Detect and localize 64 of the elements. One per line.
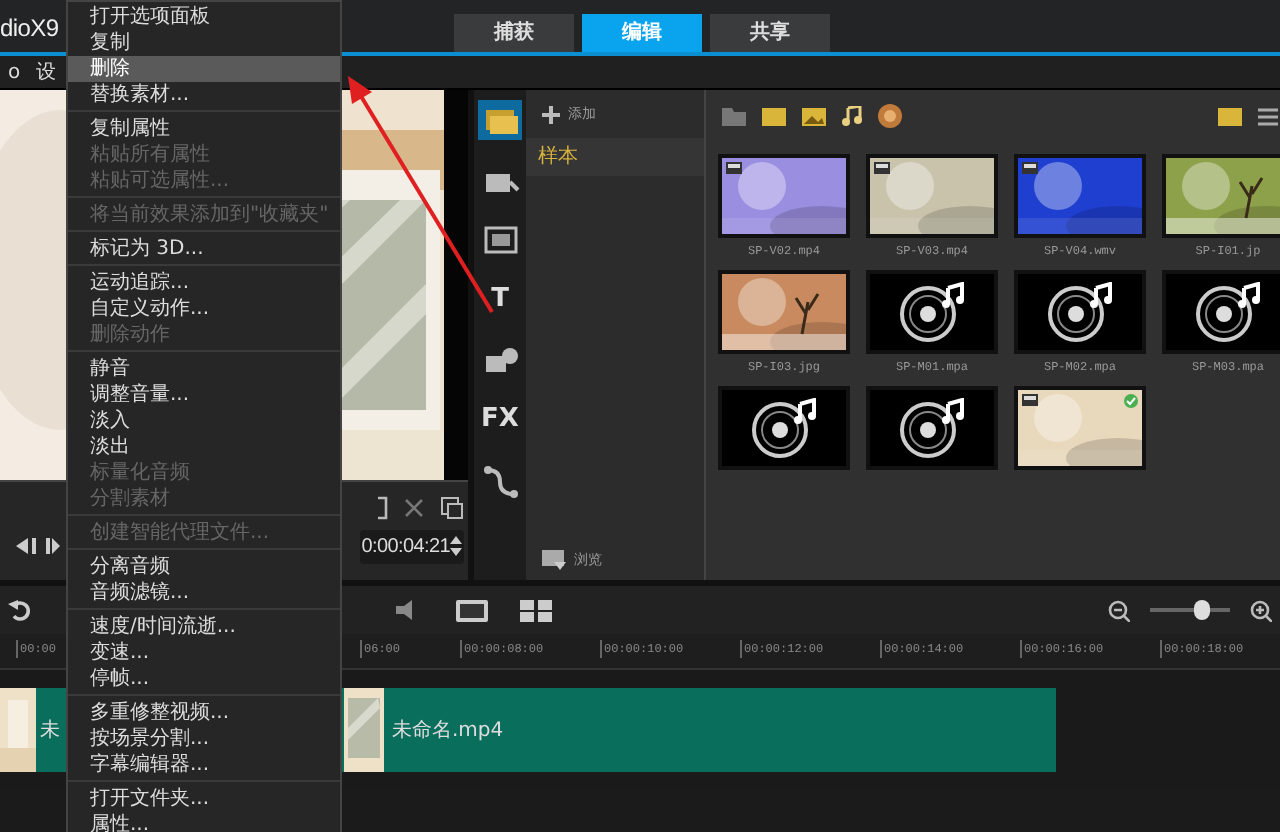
fx-tab[interactable]: FX [478, 400, 522, 440]
music-disc-icon [1046, 282, 1114, 342]
spin-icon[interactable] [450, 536, 462, 556]
list-view-icon[interactable] [1258, 107, 1278, 125]
app-title: dioX9 [0, 12, 59, 46]
zoom-slider-thumb[interactable] [1193, 600, 1210, 620]
clip-label[interactable]: 未 [36, 688, 66, 772]
folder-item[interactable]: 样本 [526, 138, 704, 176]
mark-out-icon[interactable] [376, 496, 388, 520]
badge-icon[interactable] [878, 104, 902, 128]
context-menu-item[interactable]: 替换素材... [68, 82, 340, 108]
tab[interactable]: 共享 [710, 14, 831, 52]
music-disc-icon [898, 398, 966, 458]
menu-item[interactable]: 设 [36, 56, 57, 88]
tab[interactable]: 捕获 [454, 14, 575, 52]
zoom-in-icon[interactable] [1250, 599, 1272, 621]
storyboard-icon[interactable] [520, 599, 552, 621]
context-menu-item[interactable]: 淡出 [68, 434, 340, 460]
context-menu-item[interactable]: 调整音量... [68, 382, 340, 408]
thumbnail-view-icon[interactable] [1218, 107, 1242, 125]
zoom-out-icon[interactable] [1108, 599, 1130, 621]
objects-icon[interactable] [481, 342, 519, 378]
close-icon[interactable] [404, 498, 424, 518]
context-menu-item[interactable]: 按场景分割... [68, 726, 340, 752]
video-icon [874, 162, 890, 174]
copy-icon[interactable] [440, 496, 464, 520]
context-menu-item[interactable]: 多重修整视频... [68, 700, 340, 726]
context-menu-item[interactable]: 打开选项面板 [68, 4, 340, 30]
context-menu-item[interactable]: 音频滤镜... [68, 580, 340, 606]
photo-filter-icon[interactable] [802, 107, 826, 125]
music-disc-icon [898, 282, 966, 342]
context-menu-item[interactable]: 复制 [68, 30, 340, 56]
music-disc-icon [1194, 282, 1262, 342]
clip-label[interactable]: 未命名.mp4 [384, 688, 1056, 772]
context-menu-item[interactable]: 分离音频 [68, 554, 340, 580]
context-menu-item[interactable]: 打开文件夹... [68, 786, 340, 812]
menu-item[interactable]: o [8, 56, 21, 88]
previous-frame-icon[interactable] [12, 536, 60, 556]
title-tab[interactable]: T [478, 280, 522, 320]
video-icon [1022, 162, 1038, 174]
context-menu-item[interactable]: 自定义动作... [68, 296, 340, 322]
context-menu-item[interactable]: 复制属性 [68, 116, 340, 142]
context-menu-item[interactable]: 删除 [68, 56, 340, 82]
context-menu-item[interactable]: 标记为 3D... [68, 236, 340, 262]
music-icon[interactable] [842, 106, 862, 126]
video-icon [726, 162, 742, 174]
undo-icon[interactable] [8, 598, 32, 622]
context-menu-item[interactable]: 运动追踪... [68, 270, 340, 296]
context-menu-item[interactable]: 字幕编辑器... [68, 752, 340, 778]
music-disc-icon [750, 398, 818, 458]
image-icon[interactable] [481, 222, 519, 258]
browse-icon[interactable] [542, 550, 566, 570]
path-icon[interactable] [481, 462, 519, 498]
folder-icon[interactable] [722, 106, 746, 126]
title-track-icon[interactable] [456, 599, 488, 621]
context-menu-item[interactable]: 属性... [68, 812, 340, 832]
context-menu-item[interactable]: 停帧... [68, 666, 340, 692]
video-icon [1022, 394, 1038, 406]
context-menu-item[interactable]: 淡入 [68, 408, 340, 434]
context-menu-item[interactable]: 静音 [68, 356, 340, 382]
context-menu-item[interactable]: 速度/时间流逝... [68, 614, 340, 640]
video-filter-icon[interactable] [762, 107, 786, 125]
context-menu-item[interactable]: 变速... [68, 640, 340, 666]
add-icon[interactable] [542, 105, 560, 123]
